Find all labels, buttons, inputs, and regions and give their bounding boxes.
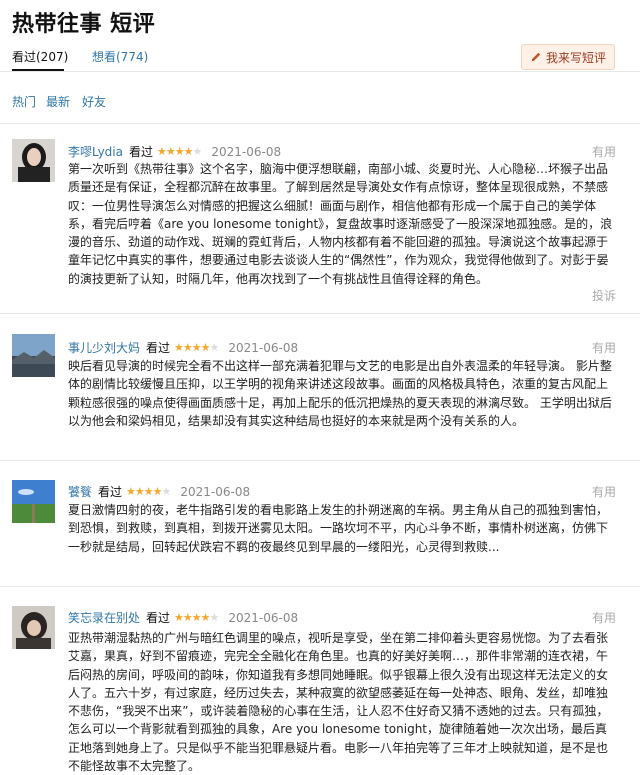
sort-divider xyxy=(0,123,640,124)
useful-button[interactable]: 有用 xyxy=(592,609,616,626)
review-text: 亚热带潮湿黏热的广州与暗红色调里的噪点，视听是享受，坐在第二排仰着头更容易恍惚。… xyxy=(68,631,609,774)
sort-friends[interactable]: 好友 xyxy=(82,93,106,110)
sort-latest[interactable]: 最新 xyxy=(46,93,70,110)
review-status: 看过 xyxy=(129,145,154,159)
review-divider xyxy=(0,313,640,314)
review-meta: 笑忘录在别处 看过 ★★★★★ 2021-06-08 xyxy=(68,609,298,626)
sort-hot[interactable]: 热门 xyxy=(12,93,36,110)
rating-stars: ★★★★★ xyxy=(174,341,219,354)
review-user[interactable]: 李嘐Lydia xyxy=(68,143,123,160)
avatar[interactable] xyxy=(12,606,55,649)
review-status: 看过 xyxy=(98,485,123,499)
review-date: 2021-06-08 xyxy=(180,484,251,499)
review-status: 看过 xyxy=(146,611,171,625)
review-date: 2021-06-08 xyxy=(228,610,299,625)
review-date: 2021-06-08 xyxy=(211,144,282,159)
pencil-icon xyxy=(531,52,541,61)
review-meta: 李嘐Lydia 看过 ★★★★★ 2021-06-08 xyxy=(68,143,281,160)
rating-stars: ★★★★★ xyxy=(157,145,202,158)
review-user[interactable]: 事儿少刘大妈 xyxy=(68,339,140,356)
report-button[interactable]: 投诉 xyxy=(592,287,616,304)
useful-button[interactable]: 有用 xyxy=(592,339,616,356)
review-meta: 饕餮 看过 ★★★★★ 2021-06-08 xyxy=(68,483,250,500)
review-divider xyxy=(0,586,640,587)
rating-stars: ★★★★★ xyxy=(126,485,171,498)
write-review-button[interactable]: 我来写短评 xyxy=(521,44,615,70)
write-review-label: 我来写短评 xyxy=(545,50,606,65)
avatar[interactable] xyxy=(12,139,55,182)
review-divider xyxy=(0,460,640,461)
review-text: 夏日激情四射的夜，老牛指路引发的看电影路上发生的扑朔迷离的车祸。男主角从自己的孤… xyxy=(68,503,609,554)
tab-want-to-watch[interactable]: 想看(774) xyxy=(92,48,148,65)
review-user[interactable]: 饕餮 xyxy=(68,483,92,500)
review-meta: 事儿少刘大妈 看过 ★★★★★ 2021-06-08 xyxy=(68,339,298,356)
useful-button[interactable]: 有用 xyxy=(592,143,616,160)
review-text: 第一次听到《热带往事》这个名字，脑海中便浮想联翩，南部小城、炎夏时光、人心隐秘…… xyxy=(68,162,613,286)
review-text: 映后看见导演的时候完全看不出这样一部充满着犯罪与文艺的电影是出自外表温柔的年轻导… xyxy=(68,359,612,428)
review-user[interactable]: 笑忘录在别处 xyxy=(68,609,140,626)
avatar[interactable] xyxy=(12,334,55,377)
rating-stars: ★★★★★ xyxy=(174,611,219,624)
review-date: 2021-06-08 xyxy=(228,340,299,355)
tab-watched[interactable]: 看过(207) xyxy=(12,48,68,65)
tab-divider xyxy=(0,71,640,72)
review-status: 看过 xyxy=(146,341,171,355)
page-title: 热带往事 短评 xyxy=(12,12,156,37)
useful-button[interactable]: 有用 xyxy=(592,483,616,500)
avatar[interactable] xyxy=(12,480,55,523)
